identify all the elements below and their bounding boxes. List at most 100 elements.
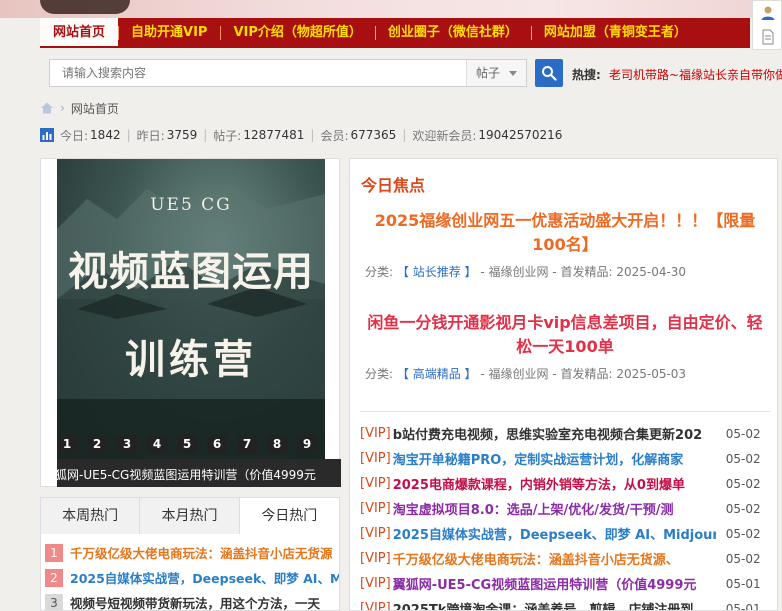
slide-dot[interactable]: 6 [207,435,227,454]
slide-pager: 1 2 3 4 5 6 7 8 9 [57,435,317,454]
stat-posts-label: 帖子: [213,128,242,143]
headline-link[interactable]: 2025福缘创业网五一优惠活动盛大开启！！！【限量100名】 [360,209,770,257]
vip-tag: [VIP] [360,451,391,466]
slide-dot[interactable]: 1 [57,435,77,454]
nav-item-open-vip[interactable]: 自助开通VIP [118,18,220,48]
news-link[interactable]: 2025Tk跨境淘金课：涵盖养号、剪辑、店铺注册到 [393,599,716,610]
rank-badge: 2 [45,568,63,587]
meta-label: 分类: [365,367,394,381]
document-icon[interactable] [761,29,775,45]
list-item: [VIP] 淘宝开单秘籍PRO，定制实战运营计划，化解商家 05-02 [360,446,770,471]
hot-post-link[interactable]: 2025自媒体实战营，Deepseek、即梦 AI、Midjourney [70,568,339,587]
list-item: 3 视频号短视频带货新玩法，用这个方法，一天 [45,590,339,610]
stat-divider: | [203,128,208,142]
stat-today-value: 1842 [90,128,121,142]
nav-item-home[interactable]: 网站首页 [40,18,119,48]
focus-divider [360,411,770,412]
news-link[interactable]: 淘宝开单秘籍PRO，定制实战运营计划，化解商家 [393,449,716,468]
rank-badge: 3 [45,593,63,610]
vip-tag: [VIP] [360,601,391,611]
headline-meta: 分类: 【 站长推荐 】 - 福缘创业网 - 首发精品: 2025-04-30 [365,263,686,280]
category-link[interactable]: 【 高端精品 】 [397,367,477,381]
home-icon[interactable] [40,101,54,115]
category-link[interactable]: 【 站长推荐 】 [397,265,477,279]
stat-welcome-member[interactable]: 19042570216 [478,128,562,142]
news-link[interactable]: 千万级亿级大佬电商玩法：涵盖抖音小店无货源、 [393,549,716,568]
slide-dot[interactable]: 8 [267,435,287,454]
breadcrumb: › 网站首页 [40,100,119,116]
headline-meta: 分类: 【 高端精品 】 - 福缘创业网 - 首发精品: 2025-05-03 [365,365,686,382]
news-list: [VIP] b站付费充电视频，思维实验室充电视频合集更新202 05-02 [V… [360,421,770,611]
headline-link[interactable]: 闲鱼一分钱开通影视月卡vip信息差项目，自由定价、轻松一天100单 [360,311,770,359]
news-link[interactable]: b站付费充电视频，思维实验室充电视频合集更新202 [393,424,716,443]
stat-divider: | [310,128,315,142]
site-stats: 今日: 1842 | 昨日: 3759 | 帖子: 12877481 | 会员:… [40,127,562,143]
news-link[interactable]: 2025自媒体实战营，Deepseek、即梦 AI、Midjourney [393,524,716,543]
focus-heading: 今日焦点 [361,176,426,195]
slide-caption[interactable]: 翼狐网-UE5-CG视频蓝图运用特训营（价值4999元 [43,466,339,483]
search-scope-select[interactable]: 帖子 [466,60,526,86]
breadcrumb-current[interactable]: 网站首页 [71,100,119,117]
stat-yesterday-value: 3759 [166,128,198,142]
top-banner [0,0,782,18]
slide-dot[interactable]: 5 [177,435,197,454]
slide-dot[interactable]: 3 [117,435,137,454]
list-item: [VIP] 翼狐网-UE5-CG视频蓝图运用特训营（价值4999元 05-01 [360,571,770,596]
search-box: 帖子 [49,59,527,87]
nav-item-vip-intro[interactable]: VIP介绍（物超所值） [220,18,374,48]
stat-welcome-label: 欢迎新会员: [412,128,477,143]
slide-dot[interactable]: 4 [147,435,167,454]
slide-title-line1: 视频蓝图运用 [68,248,314,295]
user-icon[interactable] [760,5,776,21]
news-link[interactable]: 淘宝虚拟项目8.0：选品/上架/优化/发货/干预/测 [393,499,716,518]
tab-daily-hot[interactable]: 今日热门 [239,498,339,534]
slide-dot-active[interactable]: 9 [297,435,317,454]
bar-chart-icon [40,128,54,142]
stat-yesterday-label: 昨日: [136,128,165,143]
slideshow: UE5 CG 视频蓝图运用 训练营 1 2 3 4 5 6 7 8 9 翼狐网-… [40,158,341,487]
tab-weekly-hot[interactable]: 本周热门 [41,498,141,534]
slide-dot[interactable]: 2 [87,435,107,454]
vip-tag: [VIP] [360,576,391,591]
list-item: [VIP] 2025自媒体实战营，Deepseek、即梦 AI、Midjourn… [360,521,770,546]
list-item: [VIP] b站付费充电视频，思维实验室充电视频合集更新202 05-02 [360,421,770,446]
side-toolbar [752,0,782,50]
search-input[interactable] [50,60,466,86]
breadcrumb-separator: › [60,101,65,115]
list-item: [VIP] 2025Tk跨境淘金课：涵盖养号、剪辑、店铺注册到 05-01 [360,596,770,611]
meta-label: 分类: [365,265,394,279]
news-link[interactable]: 翼狐网-UE5-CG视频蓝图运用特训营（价值4999元 [393,574,716,593]
news-date: 05-02 [725,426,761,441]
rank-badge: 1 [45,543,63,562]
nav-item-community[interactable]: 创业圈子（微信社群） [374,18,531,48]
vip-tag: [VIP] [360,426,391,441]
news-date: 05-01 [725,601,761,611]
hot-post-link[interactable]: 视频号短视频带货新玩法，用这个方法，一天 [70,593,320,610]
nav-item-franchise[interactable]: 网站加盟（青铜变王者） [530,18,700,48]
hot-list: 1 千万级亿级大佬电商玩法：涵盖抖音小店无货源 2 2025自媒体实战营，Dee… [41,534,339,610]
news-date: 05-02 [725,551,761,566]
vip-tag: [VIP] [360,551,391,566]
focus-panel: 今日焦点 2025福缘创业网五一优惠活动盛大开启！！！【限量100名】 分类: … [349,158,778,611]
search-button[interactable] [535,59,563,87]
slide-dot[interactable]: 7 [237,435,257,454]
news-date: 05-01 [725,576,761,591]
stat-members-value: 677365 [350,128,397,142]
slide-title-line2: 训练营 [125,336,257,383]
stat-posts-value: 12877481 [243,128,305,142]
vip-tag: [VIP] [360,476,391,491]
slide-image[interactable]: UE5 CG 视频蓝图运用 训练营 [57,159,325,459]
search-scope-label: 帖子 [476,66,501,80]
tab-monthly-hot[interactable]: 本月热门 [140,498,240,534]
hot-post-link[interactable]: 千万级亿级大佬电商玩法：涵盖抖音小店无货源 [70,543,333,562]
news-link[interactable]: 2025电商爆款课程，内销外销等方法，从0到爆单 [393,474,716,493]
site-logo[interactable] [40,0,130,14]
list-item: [VIP] 2025电商爆款课程，内销外销等方法，从0到爆单 05-02 [360,471,770,496]
main-nav: 网站首页 自助开通VIP VIP介绍（物超所值） 创业圈子（微信社群） 网站加盟… [40,18,750,48]
meta-date: 2025-05-03 [616,367,687,381]
vip-tag: [VIP] [360,526,391,541]
stat-members-label: 会员: [320,128,349,143]
news-date: 05-02 [725,501,761,516]
hot-search-link[interactable]: 老司机带路~福缘站长亲自带你做项目 [609,66,782,83]
meta-date: 2025-04-30 [616,265,687,279]
